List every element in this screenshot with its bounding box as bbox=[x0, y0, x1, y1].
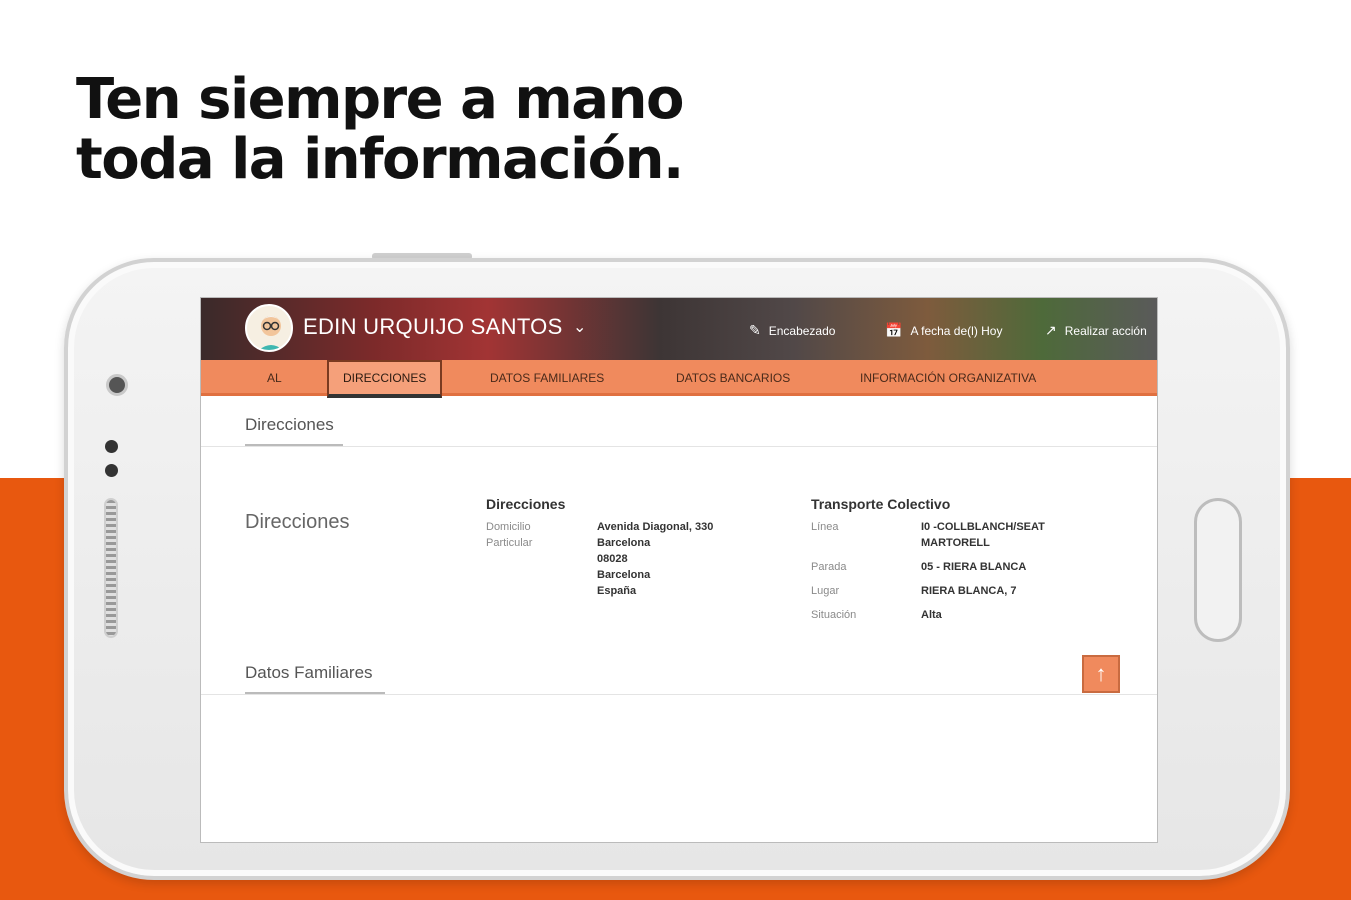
avatar-person-icon bbox=[247, 306, 291, 350]
chevron-down-icon[interactable]: ⌄ bbox=[573, 317, 586, 337]
avatar[interactable] bbox=[245, 304, 293, 352]
section-title-datos-familiares[interactable]: Datos Familiares bbox=[245, 663, 373, 683]
edit-header-button[interactable]: ✎ Encabezado bbox=[749, 322, 835, 339]
calendar-icon: 📅 bbox=[885, 322, 903, 338]
pencil-icon: ✎ bbox=[749, 322, 761, 338]
address-line: Barcelona bbox=[597, 537, 651, 549]
parada-label: Parada bbox=[811, 561, 847, 573]
phone-sensor-icon bbox=[105, 440, 118, 453]
address-line: España bbox=[597, 585, 637, 597]
tab-datos-familiares[interactable]: DATOS FAMILIARES bbox=[476, 360, 618, 396]
domicilio-label: Domicilio Particular bbox=[486, 521, 533, 549]
address-line: Barcelona bbox=[597, 569, 651, 581]
app-screen: EDIN URQUIJO SANTOS ⌄ ✎ Encabezado 📅 A f… bbox=[200, 297, 1158, 843]
action-button[interactable]: ↗ Realizar acción bbox=[1045, 322, 1147, 339]
linea-label: Línea bbox=[811, 521, 839, 533]
linea-value: I0 -COLLBLANCH/SEAT MARTORELL bbox=[921, 521, 1045, 549]
phone-home-button bbox=[1194, 498, 1242, 642]
share-icon: ↗ bbox=[1045, 322, 1057, 338]
phone-camera-icon bbox=[106, 374, 128, 396]
tab-direcciones[interactable]: DIRECCIONES bbox=[327, 360, 443, 398]
tab-informacion-organizativa[interactable]: INFORMACIÓN ORGANIZATIVA bbox=[846, 360, 1050, 396]
divider bbox=[201, 694, 1157, 695]
user-name[interactable]: EDIN URQUIJO SANTOS bbox=[303, 314, 563, 340]
section-title-direcciones[interactable]: Direcciones bbox=[245, 415, 334, 435]
phone-sensor-icon bbox=[105, 464, 118, 477]
phone-speaker-grille bbox=[104, 498, 118, 638]
lugar-value: RIERA BLANCA, 7 bbox=[921, 585, 1017, 597]
situacion-value: Alta bbox=[921, 609, 942, 621]
scroll-top-button[interactable]: ↑ bbox=[1082, 655, 1120, 693]
date-filter-button[interactable]: 📅 A fecha de(l) Hoy bbox=[885, 322, 1002, 339]
direcciones-block-label: Direcciones bbox=[245, 511, 350, 533]
tab-bar: AL DIRECCIONES DATOS FAMILIARES DATOS BA… bbox=[201, 360, 1157, 398]
profile-header: EDIN URQUIJO SANTOS ⌄ ✎ Encabezado 📅 A f… bbox=[201, 298, 1157, 360]
tab-datos-bancarios[interactable]: DATOS BANCARIOS bbox=[662, 360, 804, 396]
date-filter-label: A fecha de(l) Hoy bbox=[910, 323, 1003, 338]
tab-al[interactable]: AL bbox=[253, 360, 296, 396]
situacion-label: Situación bbox=[811, 609, 857, 621]
address-line: Avenida Diagonal, 330 bbox=[597, 521, 714, 533]
action-label: Realizar acción bbox=[1064, 323, 1147, 338]
parada-value: 05 - RIERA BLANCA bbox=[921, 561, 1027, 573]
transporte-group-title: Transporte Colectivo bbox=[811, 496, 951, 512]
arrow-up-icon: ↑ bbox=[1095, 661, 1107, 686]
direcciones-group-title: Direcciones bbox=[486, 496, 566, 512]
headline: Ten siempre a mano toda la información. bbox=[76, 67, 684, 192]
headline-line-1: Ten siempre a mano bbox=[76, 67, 684, 132]
promo-page: Ten siempre a mano toda la información. … bbox=[0, 0, 1351, 900]
headline-line-2: toda la información. bbox=[76, 127, 684, 192]
edit-header-label: Encabezado bbox=[768, 323, 836, 338]
lugar-label: Lugar bbox=[811, 585, 840, 597]
address-line: 08028 bbox=[597, 553, 628, 565]
divider bbox=[201, 446, 1157, 447]
